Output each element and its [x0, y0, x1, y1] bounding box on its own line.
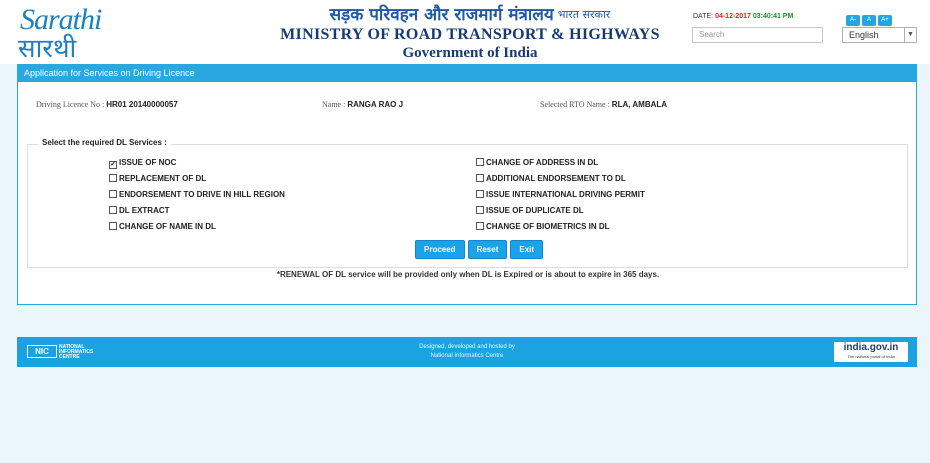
service-additional-endorsement[interactable]: ADDITIONAL ENDORSEMENT TO DL: [476, 174, 626, 184]
applicant-name: Name : RANGA RAO J: [322, 100, 404, 109]
selected-rto: Selected RTO Name : RLA, AMBALA: [540, 100, 668, 109]
font-decrease-button[interactable]: A-: [846, 15, 860, 26]
service-endorsement-hill-region[interactable]: ENDORSEMENT TO DRIVE IN HILL REGION: [109, 190, 285, 200]
dl-number: Driving Licence No : HR01 20140000057: [36, 100, 178, 109]
ministry-name: MINISTRY OF ROAD TRANSPORT & HIGHWAYS: [280, 26, 660, 43]
checkbox-icon[interactable]: [109, 206, 117, 214]
checkbox-icon[interactable]: [476, 174, 484, 182]
site-footer: NIC NATIONAL INFORMATICS CENTRE Designed, d…: [17, 337, 917, 367]
service-issue-of-noc[interactable]: ✓ ISSUE OF NOC: [109, 158, 176, 169]
service-change-of-address[interactable]: CHANGE OF ADDRESS IN DL: [476, 158, 598, 168]
renewal-note: *RENEWAL OF DL service will be provided …: [276, 270, 660, 279]
search-input[interactable]: Search: [692, 27, 823, 43]
service-duplicate-dl[interactable]: ISSUE OF DUPLICATE DL: [476, 206, 584, 216]
checkbox-icon[interactable]: [109, 174, 117, 182]
checkbox-icon[interactable]: [476, 206, 484, 214]
service-replacement-of-dl[interactable]: REPLACEMENT OF DL: [109, 174, 206, 184]
services-legend: Select the required DL Services :: [38, 138, 171, 147]
font-size-controls: A- A A+: [846, 8, 894, 26]
panel-title: Application for Services on Driving Lice…: [18, 65, 916, 82]
checkbox-icon[interactable]: [109, 222, 117, 230]
proceed-button[interactable]: Proceed: [415, 240, 465, 259]
government-name: Government of India: [402, 45, 538, 61]
ministry-title-hindi: सड़क परिवहन और राजमार्ग मंत्रालय भारत सरक…: [329, 5, 611, 25]
checkbox-checked-icon[interactable]: ✓: [109, 161, 117, 169]
site-header: Sarathi सारथी सड़क परिवहन और राजमार्ग मं…: [0, 0, 930, 64]
exit-button[interactable]: Exit: [510, 240, 544, 259]
reset-button[interactable]: Reset: [467, 240, 508, 259]
ministry-title: सड़क परिवहन और राजमार्ग मंत्रालय भारत सरक…: [230, 4, 710, 62]
service-dl-extract[interactable]: DL EXTRACT: [109, 206, 170, 216]
service-change-of-biometrics[interactable]: CHANGE OF BIOMETRICS IN DL: [476, 222, 610, 232]
chevron-down-icon: ▼: [904, 28, 916, 42]
font-increase-button[interactable]: A+: [878, 15, 892, 26]
sarathi-logo[interactable]: Sarathi सारथी: [14, 3, 124, 64]
checkbox-icon[interactable]: [476, 190, 484, 198]
language-value: English: [849, 30, 879, 40]
font-normal-button[interactable]: A: [862, 15, 876, 26]
india-gov-logo[interactable]: india.gov.in The national portal of Indi…: [834, 342, 908, 362]
logo-hindi: सारथी: [18, 34, 77, 64]
services-fieldset: Select the required DL Services : ✓ ISSUE…: [27, 138, 908, 268]
checkbox-icon[interactable]: [476, 158, 484, 166]
service-international-driving-permit[interactable]: ISSUE INTERNATIONAL DRIVING PERMIT: [476, 190, 645, 200]
language-select[interactable]: English ▼: [842, 27, 917, 43]
dl-services-panel: Application for Services on Driving Lice…: [17, 64, 917, 305]
footer-credit: Designed, developed and hosted by Nation…: [419, 344, 515, 359]
checkbox-icon[interactable]: [109, 190, 117, 198]
action-buttons: Proceed Reset Exit: [415, 239, 546, 259]
checkbox-icon[interactable]: [476, 222, 484, 230]
date-time: DATE: 04-12-2017 03:40:41 PM: [693, 13, 794, 20]
service-change-of-name[interactable]: CHANGE OF NAME IN DL: [109, 222, 216, 232]
